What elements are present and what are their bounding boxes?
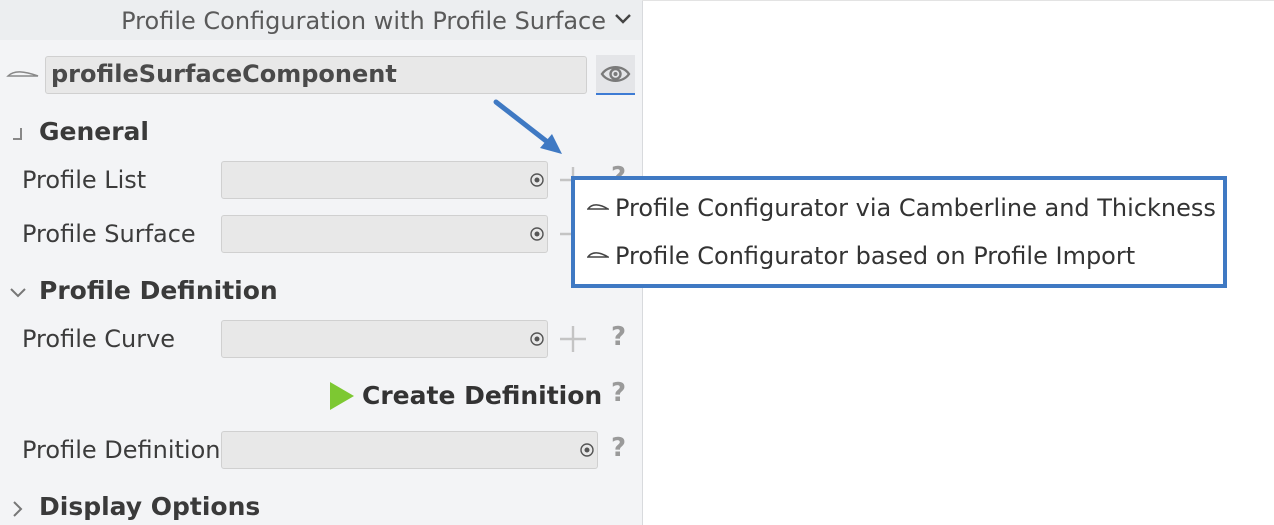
menu-item-profile-import[interactable]: Profile Configurator based on Profile Im…: [585, 238, 1215, 278]
collapsed-corner-icon[interactable]: [8, 124, 28, 144]
create-definition-label: Create Definition: [362, 381, 603, 410]
chevron-down-icon[interactable]: [8, 283, 28, 303]
section-profile-definition-title: Profile Definition: [39, 276, 278, 305]
profile-definition-label: Profile Definition: [22, 436, 221, 464]
section-profile-definition[interactable]: Profile Definition: [0, 274, 600, 308]
section-display-options[interactable]: Display Options: [0, 490, 600, 524]
profile-definition-help-icon[interactable]: ?: [611, 433, 626, 463]
panel-title: Profile Configuration with Profile Surfa…: [121, 7, 606, 35]
top-border: [642, 0, 1274, 1]
add-profile-curve-plus-icon[interactable]: [558, 324, 588, 354]
menu-item-label: Profile Configurator via Camberline and …: [615, 194, 1216, 222]
profile-curve-icon: [6, 71, 39, 77]
component-name-field[interactable]: profileSurfaceComponent: [45, 56, 587, 94]
target-icon[interactable]: [529, 172, 545, 188]
menu-item-label: Profile Configurator based on Profile Im…: [615, 242, 1136, 270]
target-icon[interactable]: [579, 442, 595, 458]
panel-title-bar[interactable]: Profile Configuration with Profile Surfa…: [0, 0, 642, 40]
section-display-options-title: Display Options: [39, 492, 261, 521]
target-icon[interactable]: [529, 331, 545, 347]
eye-icon: [600, 66, 631, 82]
properties-panel: Profile Configuration with Profile Surfa…: [0, 0, 643, 525]
profile-curve-icon: [587, 252, 609, 258]
play-icon: [330, 382, 354, 410]
menu-item-camberline-thickness[interactable]: Profile Configurator via Camberline and …: [585, 190, 1216, 230]
annotation-arrow-icon: [493, 99, 562, 154]
chevron-down-icon[interactable]: [612, 8, 634, 30]
chevron-right-icon[interactable]: [8, 499, 28, 519]
page: Profile Configuration with Profile Surfa…: [0, 0, 1274, 525]
profile-surface-label: Profile Surface: [22, 220, 196, 248]
create-definition-help-icon[interactable]: ?: [611, 378, 626, 408]
profile-curve-label: Profile Curve: [22, 325, 176, 353]
profile-curve-field[interactable]: [221, 320, 548, 358]
add-component-popup-menu: Profile Configurator via Camberline and …: [571, 176, 1227, 288]
create-definition-button[interactable]: Create Definition: [328, 378, 602, 418]
profile-curve-icon: [587, 204, 609, 210]
component-name: profileSurfaceComponent: [51, 60, 397, 88]
profile-definition-field[interactable]: [221, 431, 598, 469]
profile-list-label: Profile List: [22, 166, 147, 194]
profile-list-field[interactable]: [221, 161, 548, 199]
profile-curve-help-icon[interactable]: ?: [611, 322, 626, 352]
visibility-toggle-button[interactable]: [596, 55, 635, 95]
profile-surface-field[interactable]: [221, 215, 548, 253]
target-icon[interactable]: [529, 226, 545, 242]
section-general-title: General: [39, 117, 149, 146]
